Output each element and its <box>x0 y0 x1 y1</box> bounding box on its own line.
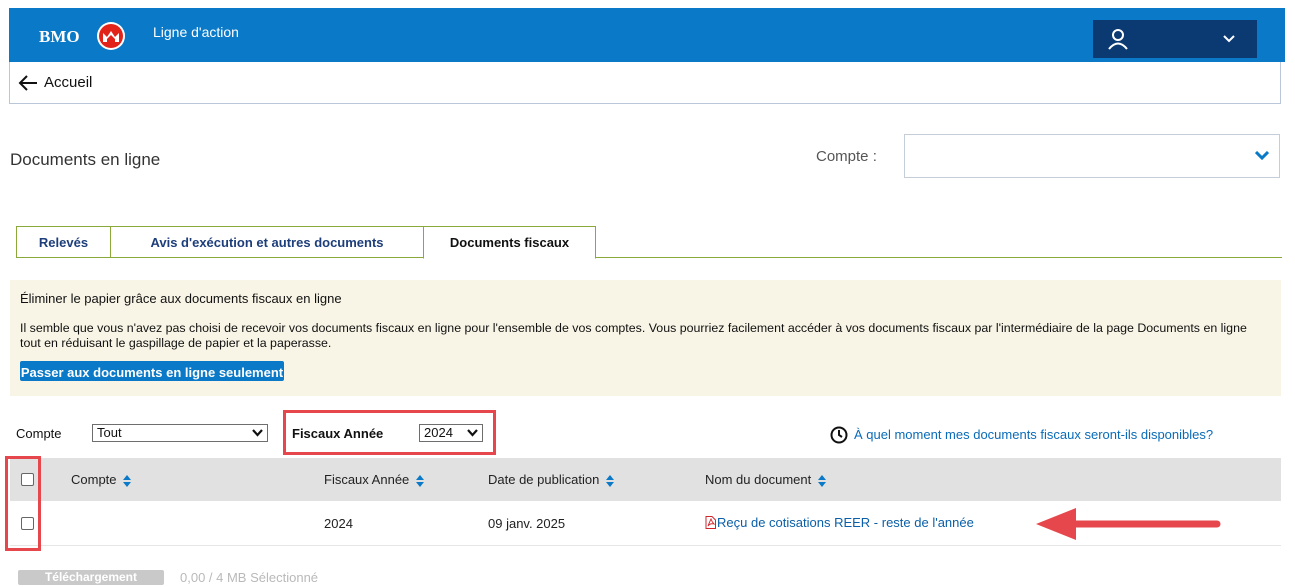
help-link-label: À quel moment mes documents fiscaux sero… <box>854 427 1214 442</box>
sort-icon <box>817 474 826 487</box>
account-filter-label: Compte <box>16 426 62 441</box>
year-filter-value: 2024 <box>424 425 453 440</box>
account-filter-value: Tout <box>97 425 122 440</box>
back-arrow-icon[interactable] <box>18 74 38 92</box>
column-header-year[interactable]: Fiscaux Année <box>324 472 424 487</box>
notice-title: Éliminer le papier grâce aux documents f… <box>20 291 342 306</box>
column-header-label: Nom du document <box>705 472 812 487</box>
document-tabs: Relevés Avis d'exécution et autres docum… <box>16 226 1282 259</box>
notice-body: Il semble que vous n'avez pas choisi de … <box>20 321 1247 350</box>
brand-name: BMO <box>39 27 80 46</box>
page-title: Documents en ligne <box>10 150 161 169</box>
chevron-down-icon <box>252 429 263 437</box>
chevron-down-icon <box>1223 35 1235 43</box>
column-header-publication-date[interactable]: Date de publication <box>488 472 614 487</box>
select-all-checkbox[interactable] <box>21 473 34 486</box>
column-header-label: Fiscaux Année <box>324 472 410 487</box>
user-menu-button[interactable] <box>1093 20 1257 58</box>
app-name: Ligne d'action <box>153 24 239 40</box>
breadcrumb-home-link[interactable]: Accueil <box>44 74 92 91</box>
row-checkbox[interactable] <box>21 517 34 530</box>
chevron-down-icon <box>467 429 478 437</box>
breadcrumb: Accueil <box>9 62 1281 104</box>
chevron-down-icon <box>1255 151 1269 161</box>
go-paperless-button[interactable]: Passer aux documents en ligne seulement <box>20 361 284 381</box>
sort-icon <box>123 474 132 487</box>
download-button[interactable]: Téléchargement <box>18 570 164 585</box>
row-publication-date: 09 janv. 2025 <box>488 516 566 531</box>
row-year: 2024 <box>324 516 353 531</box>
pdf-icon <box>705 516 716 529</box>
tab-documents-fiscaux[interactable]: Documents fiscaux <box>423 226 596 259</box>
year-filter-select[interactable]: 2024 <box>419 424 483 442</box>
column-header-label: Compte <box>71 472 117 487</box>
selection-size-info: 0,00 / 4 MB Sélectionné <box>180 570 319 585</box>
sort-icon <box>415 474 424 487</box>
user-icon <box>1108 29 1128 50</box>
tab-releves[interactable]: Relevés <box>16 226 111 258</box>
column-header-account[interactable]: Compte <box>71 472 132 487</box>
column-header-document-name[interactable]: Nom du document <box>705 472 826 487</box>
account-select[interactable] <box>904 134 1280 178</box>
sort-icon <box>605 474 614 487</box>
document-link-label: Reçu de cotisations REER - reste de l'an… <box>717 515 974 530</box>
table-header: Compte Fiscaux Année Date de publication… <box>10 458 1281 501</box>
year-filter-label: Fiscaux Année <box>292 426 384 441</box>
bmo-logo-icon <box>97 22 125 50</box>
account-select-label: Compte : <box>816 148 877 165</box>
document-link[interactable]: Reçu de cotisations REER - reste de l'an… <box>705 515 974 530</box>
clock-icon <box>830 426 848 444</box>
account-filter-select[interactable]: Tout <box>92 424 268 442</box>
top-bar: BMO Ligne d'action <box>9 8 1285 62</box>
column-header-label: Date de publication <box>488 472 600 487</box>
tab-avis-execution[interactable]: Avis d'exécution et autres documents <box>110 226 424 258</box>
arrow-annotation-icon <box>1036 508 1221 540</box>
paperless-notice: Éliminer le papier grâce aux documents f… <box>10 280 1281 396</box>
